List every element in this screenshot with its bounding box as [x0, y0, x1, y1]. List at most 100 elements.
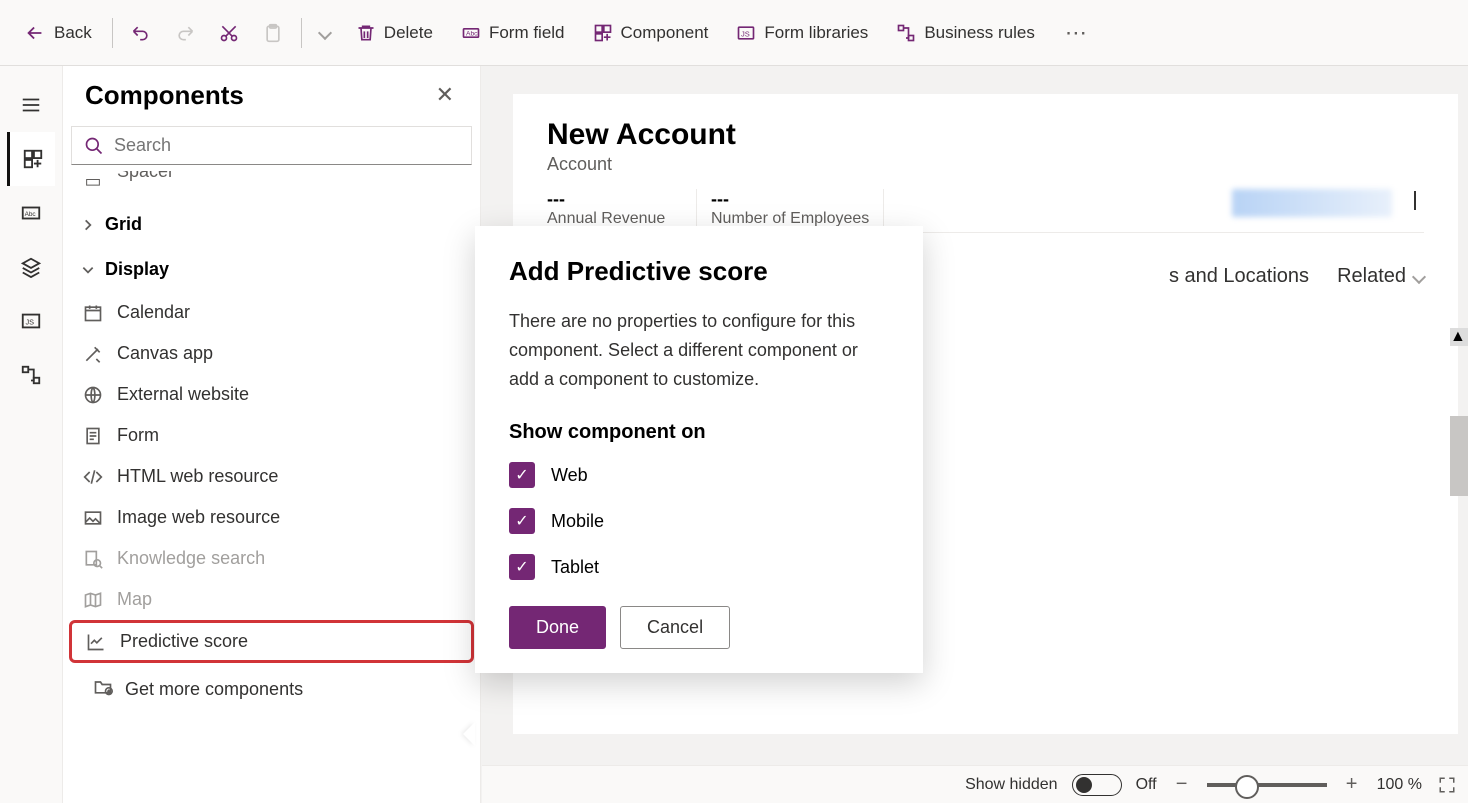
- predictive-score-label: Predictive score: [120, 631, 248, 652]
- canvas-label: Canvas app: [117, 343, 213, 364]
- search-box[interactable]: [71, 126, 472, 165]
- get-more-components[interactable]: Get more components: [63, 663, 480, 716]
- tree-item-map[interactable]: Map: [63, 579, 480, 620]
- toggle-off-label: Off: [1136, 776, 1157, 794]
- hamburger-button[interactable]: [7, 78, 55, 132]
- zoom-value: 100 %: [1377, 776, 1422, 794]
- knowledge-search-icon: [81, 549, 105, 569]
- redo-button[interactable]: [165, 15, 205, 51]
- canvas-app-icon: [81, 344, 105, 364]
- checkbox-tablet-row[interactable]: ✓ Tablet: [509, 554, 889, 580]
- tree-item-calendar[interactable]: Calendar: [63, 292, 480, 333]
- done-button[interactable]: Done: [509, 606, 606, 649]
- tab-related[interactable]: Related: [1337, 265, 1424, 288]
- tree-item-canvas-app[interactable]: Canvas app: [63, 333, 480, 374]
- tree-item-predictive-score[interactable]: Predictive score: [69, 620, 474, 663]
- cancel-button[interactable]: Cancel: [620, 606, 730, 649]
- chevron-down-icon[interactable]: [1414, 191, 1416, 210]
- rules-rail-icon: [20, 364, 42, 386]
- predictive-score-icon: [84, 632, 108, 652]
- more-commands-button[interactable]: ⋯: [1051, 16, 1101, 50]
- rail-js-button[interactable]: JS: [7, 294, 55, 348]
- business-rules-icon: [896, 23, 916, 43]
- svg-text:JS: JS: [26, 318, 35, 327]
- calendar-icon: [81, 303, 105, 323]
- tree-group-display[interactable]: Display: [63, 247, 480, 292]
- tablet-label: Tablet: [551, 557, 599, 578]
- redo-icon: [175, 23, 195, 43]
- scrollbar-up-arrow[interactable]: ▲: [1450, 328, 1468, 346]
- rail-abc-button[interactable]: Abc: [7, 186, 55, 240]
- back-label: Back: [54, 23, 92, 43]
- fit-button[interactable]: [1436, 774, 1458, 796]
- panel-header: Components ✕: [63, 66, 480, 120]
- image-icon: [81, 508, 105, 528]
- rail-layers-button[interactable]: [7, 240, 55, 294]
- chevron-right-icon: [81, 218, 95, 232]
- tree-item-knowledge-search[interactable]: Knowledge search: [63, 538, 480, 579]
- tree-group-grid[interactable]: Grid: [63, 202, 480, 247]
- tree-item-html-web-resource[interactable]: HTML web resource: [63, 456, 480, 497]
- fit-icon: [1438, 776, 1456, 794]
- ellipsis-icon: ⋯: [1065, 20, 1087, 46]
- svg-text:Abc: Abc: [25, 211, 37, 218]
- checkbox-mobile-row[interactable]: ✓ Mobile: [509, 508, 889, 534]
- search-icon: [84, 136, 104, 156]
- zoom-slider[interactable]: [1207, 783, 1327, 787]
- folder-add-icon: [93, 677, 113, 702]
- zoom-out-button[interactable]: −: [1171, 774, 1193, 796]
- zoom-in-button[interactable]: +: [1341, 774, 1363, 796]
- status-bar: Show hidden Off − + 100 %: [482, 765, 1468, 803]
- chevron-down-icon: [318, 25, 332, 39]
- check-icon: ✓: [515, 465, 528, 485]
- show-hidden-toggle[interactable]: [1072, 774, 1122, 796]
- layers-rail-icon: [20, 256, 42, 278]
- tree-item-form[interactable]: Form: [63, 415, 480, 456]
- tree-item-spacer[interactable]: ▭ Spacer: [63, 171, 480, 202]
- cut-button[interactable]: [209, 15, 249, 51]
- get-more-label: Get more components: [125, 679, 303, 700]
- chevron-dropdown[interactable]: [310, 20, 340, 46]
- checkbox-web-row[interactable]: ✓ Web: [509, 462, 889, 488]
- delete-button[interactable]: Delete: [344, 15, 445, 51]
- form-field-button[interactable]: Abc Form field: [449, 15, 577, 51]
- undo-button[interactable]: [121, 15, 161, 51]
- rail-components-button[interactable]: [7, 132, 55, 186]
- command-bar: Back Delete Abc Form field Component JS …: [0, 0, 1468, 66]
- rail-rules-button[interactable]: [7, 348, 55, 402]
- form-libraries-button[interactable]: JS Form libraries: [724, 15, 880, 51]
- form-icon: [81, 426, 105, 446]
- paste-button[interactable]: [253, 15, 293, 51]
- blurred-field: [1232, 189, 1392, 217]
- checkbox-mobile[interactable]: ✓: [509, 508, 535, 534]
- form-field-label: Form field: [489, 23, 565, 43]
- tab-addresses[interactable]: s and Locations: [1169, 265, 1309, 288]
- tree-item-image-web-resource[interactable]: Image web resource: [63, 497, 480, 538]
- scrollbar-thumb[interactable]: [1450, 416, 1468, 496]
- form-libraries-icon: JS: [736, 23, 756, 43]
- checkbox-tablet[interactable]: ✓: [509, 554, 535, 580]
- checkbox-web[interactable]: ✓: [509, 462, 535, 488]
- js-rail-icon: JS: [20, 310, 42, 332]
- delete-icon: [356, 23, 376, 43]
- components-panel: Components ✕ ▭ Spacer Grid Display Calen…: [63, 66, 481, 803]
- search-input[interactable]: [114, 135, 459, 156]
- back-button[interactable]: Back: [12, 14, 104, 52]
- external-website-label: External website: [117, 384, 249, 405]
- panel-close-button[interactable]: ✕: [430, 76, 460, 114]
- component-button[interactable]: Component: [581, 15, 721, 51]
- callout-arrow: [463, 722, 475, 746]
- form-libraries-label: Form libraries: [764, 23, 868, 43]
- web-label: Web: [551, 465, 588, 486]
- add-predictive-score-callout: Add Predictive score There are no proper…: [475, 226, 923, 673]
- knowledge-label: Knowledge search: [117, 548, 265, 569]
- svg-text:Abc: Abc: [466, 30, 478, 37]
- business-rules-button[interactable]: Business rules: [884, 15, 1047, 51]
- components-tree[interactable]: ▭ Spacer Grid Display Calendar Canvas ap…: [63, 165, 480, 803]
- components-rail-icon: [22, 148, 44, 170]
- svg-text:JS: JS: [741, 29, 750, 38]
- html-label: HTML web resource: [117, 466, 278, 487]
- check-icon: ✓: [515, 557, 528, 577]
- stat-annual-revenue: --- Annual Revenue: [547, 189, 697, 228]
- tree-item-external-website[interactable]: External website: [63, 374, 480, 415]
